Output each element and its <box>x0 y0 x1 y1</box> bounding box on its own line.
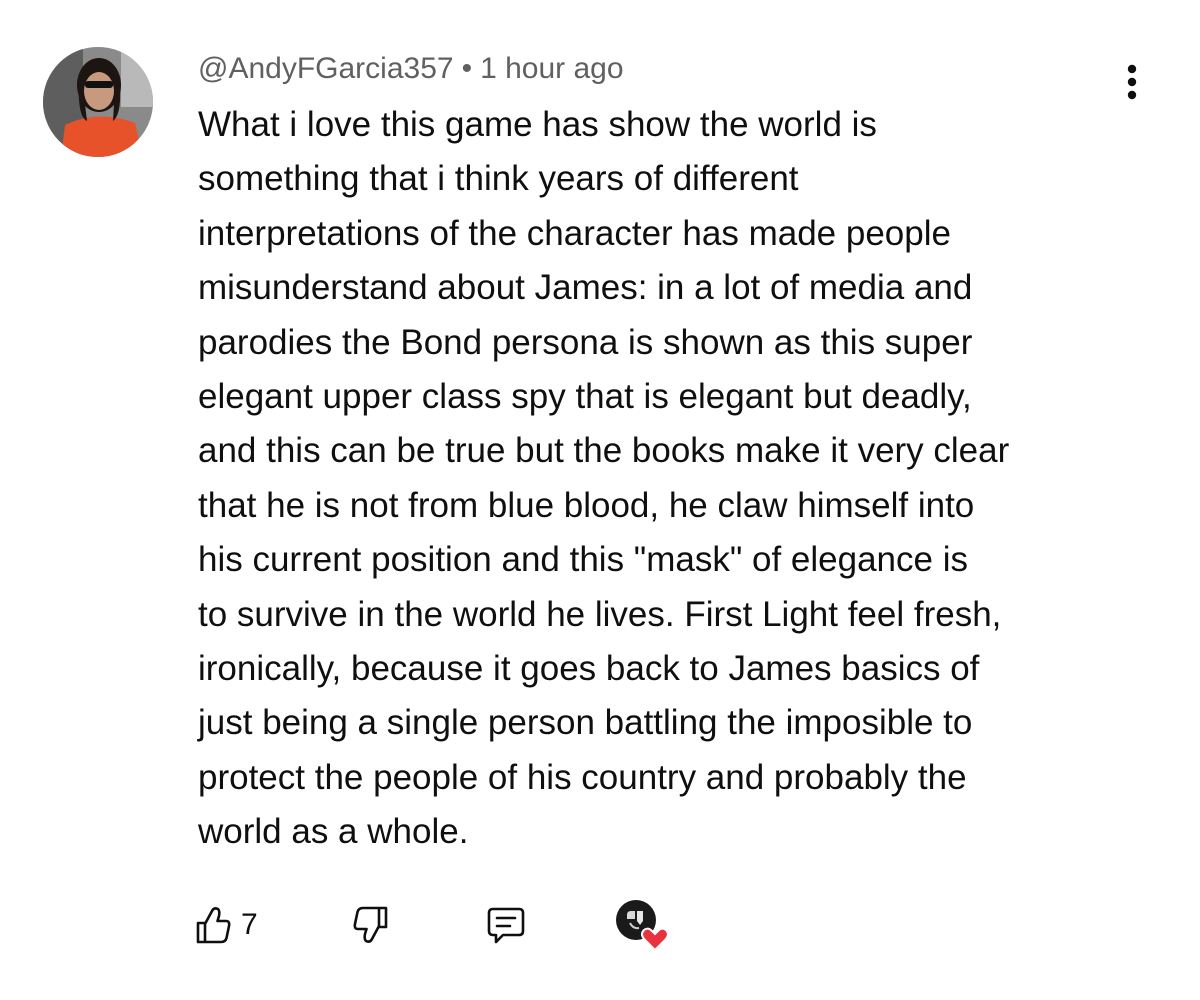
thumbs-up-icon <box>196 907 231 944</box>
reply-button[interactable] <box>485 898 527 952</box>
avatar[interactable] <box>43 47 153 157</box>
like-count: 7 <box>241 908 258 941</box>
author-handle[interactable]: @AndyFGarcia357 <box>198 52 454 85</box>
comment-header: @AndyFGarcia357 • 1 hour ago <box>198 50 624 88</box>
dislike-button[interactable] <box>353 898 389 952</box>
meta-separator: • <box>461 52 473 85</box>
comment-text: What i love this game has show the world… <box>198 105 1010 852</box>
thumbs-down-icon <box>353 906 388 943</box>
like-button[interactable]: 7 <box>195 898 258 952</box>
creator-heart-badge <box>613 898 669 952</box>
avatar-image <box>43 47 153 157</box>
reply-comment-icon <box>487 907 525 944</box>
comment-timestamp[interactable]: 1 hour ago <box>480 52 623 85</box>
creator-heart-icon <box>616 900 669 952</box>
comment-thread: @AndyFGarcia357 • 1 hour ago What i love t… <box>0 0 1200 1000</box>
